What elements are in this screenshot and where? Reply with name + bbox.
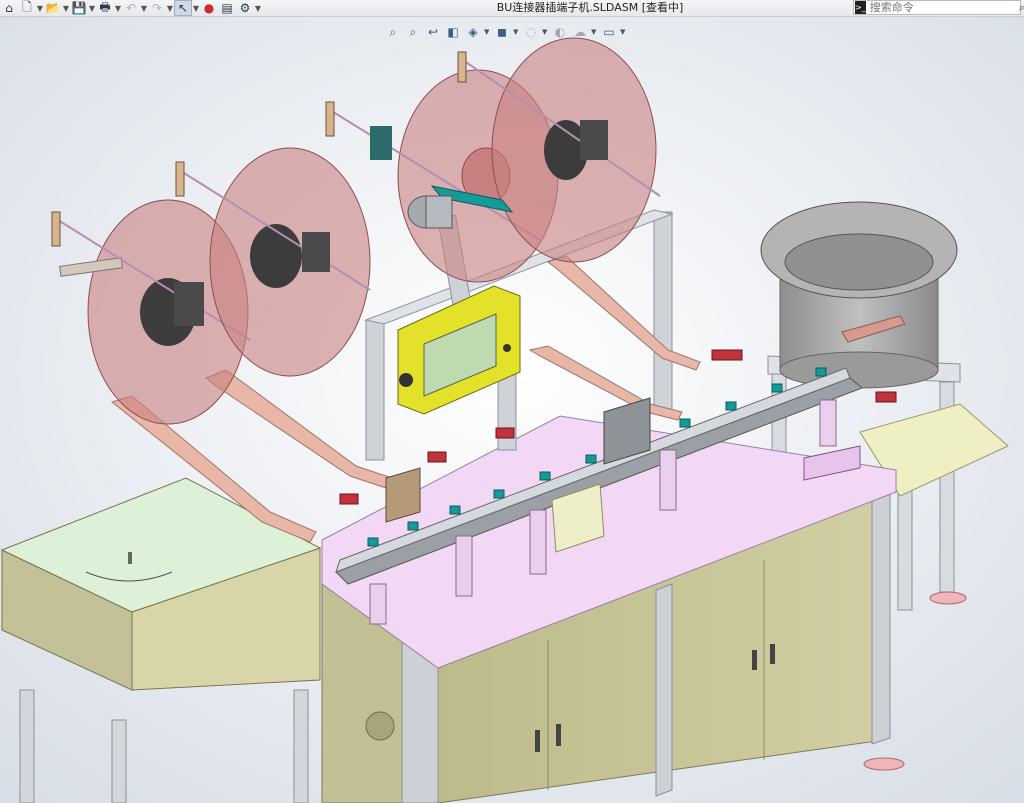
new-document-icon[interactable]: 🗋 — [18, 0, 36, 16]
vibratory-bowl-feeder — [760, 201, 958, 389]
window-title: BU连接器插端子机.SLDASM [查看中] — [496, 1, 684, 14]
edit-appearance-icon[interactable]: ◐ — [551, 23, 569, 41]
home-icon[interactable]: ⌂ — [0, 0, 18, 16]
hide-show-items-icon[interactable]: ◌ — [522, 23, 540, 41]
open-icon[interactable]: 📂 — [44, 0, 62, 16]
file-properties-icon[interactable]: ▤ — [218, 0, 236, 16]
solidworks-window: ⌂ 🗋 ▼ 📂 ▼ 💾 ▼ 🖶 ▼ ↶ ▼ ↷ ▼ ↖ ▼ ● ▤ ⚙ ▼ BU… — [0, 0, 1024, 803]
chevron-down-icon[interactable]: ▼ — [542, 28, 549, 36]
chevron-down-icon[interactable]: ▼ — [166, 4, 174, 13]
search-input[interactable] — [865, 1, 1019, 14]
chevron-down-icon[interactable]: ▼ — [484, 28, 491, 36]
chevron-down-icon[interactable]: ▼ — [114, 4, 122, 13]
search-icon[interactable]: ⌕ — [1019, 1, 1024, 15]
chevron-down-icon[interactable]: ▼ — [62, 4, 70, 13]
chevron-down-icon[interactable]: ▼ — [513, 28, 520, 36]
command-search-box[interactable]: >_ ⌕ — [853, 0, 1024, 15]
section-view-icon[interactable]: ◧ — [444, 23, 462, 41]
chevron-down-icon[interactable]: ▼ — [36, 4, 44, 13]
print-icon[interactable]: 🖶 — [96, 0, 114, 16]
view-orientation-icon[interactable]: ◈ — [464, 23, 482, 41]
save-icon[interactable]: 💾 — [70, 0, 88, 16]
zoom-to-fit-icon[interactable]: ⌕ — [384, 23, 402, 41]
chevron-down-icon[interactable]: ▼ — [254, 4, 262, 13]
chevron-down-icon[interactable]: ▼ — [140, 4, 148, 13]
chevron-down-icon[interactable]: ▼ — [591, 28, 598, 36]
display-style-icon[interactable]: ◼ — [493, 23, 511, 41]
chevron-down-icon[interactable]: ▼ — [192, 4, 200, 13]
view-settings-icon[interactable]: ▭ — [600, 23, 618, 41]
redo-icon[interactable]: ↷ — [148, 0, 166, 16]
options-gear-icon[interactable]: ⚙ — [236, 0, 254, 16]
select-pointer-icon[interactable]: ↖ — [174, 0, 192, 16]
previous-view-icon[interactable]: ↩ — [424, 23, 442, 41]
graphics-viewport[interactable] — [0, 17, 1024, 803]
apply-scene-icon[interactable]: ☁ — [571, 23, 589, 41]
command-prompt-icon: >_ — [855, 1, 866, 14]
heads-up-view-toolbar: ⌕ ⌕ ↩ ◧ ◈ ▼ ◼ ▼ ◌ ▼ ◐ ☁ ▼ ▭ ▼ — [384, 22, 627, 42]
rebuild-traffic-light-icon[interactable]: ● — [200, 0, 218, 16]
chevron-down-icon[interactable]: ▼ — [620, 28, 627, 36]
undo-icon[interactable]: ↶ — [122, 0, 140, 16]
chevron-down-icon[interactable]: ▼ — [88, 4, 96, 13]
zoom-to-area-icon[interactable]: ⌕ — [404, 23, 422, 41]
